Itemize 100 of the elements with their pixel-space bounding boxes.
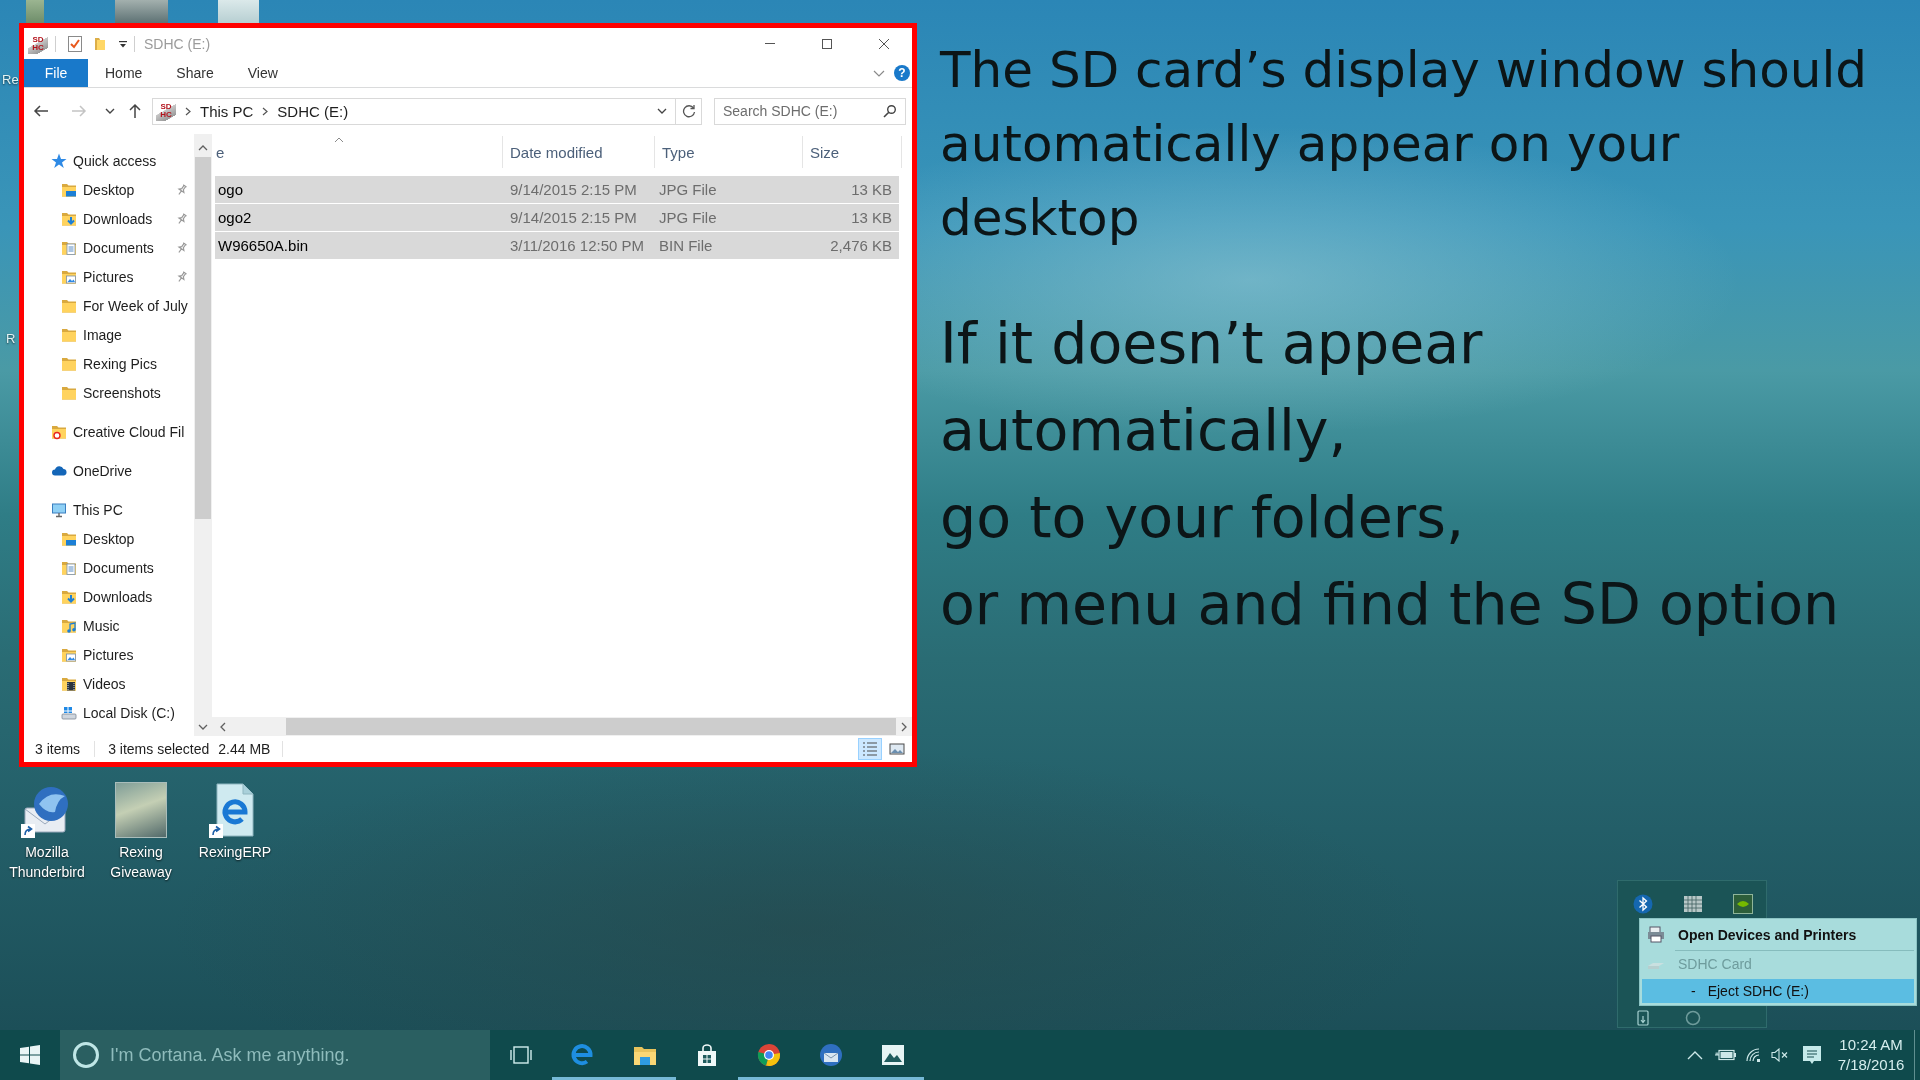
browser-icon [757,1043,781,1067]
chevron-down-icon[interactable] [657,108,667,114]
table-cell-text: JPG File [658,209,718,226]
nav-item[interactable]: Desktop [24,524,194,553]
windows-logo-icon [20,1045,40,1065]
address-bar[interactable]: SD HC This PC SDHC (E:) [152,97,676,125]
file-row[interactable]: ogo 9/14/2015 2:15 PM JPG File 13 KB [215,176,899,203]
table-cell-text: 3/11/2016 12:50 PM [509,237,645,254]
removable-drive-icon[interactable] [1634,1008,1652,1028]
refresh-button[interactable] [676,97,702,125]
desktop-shortcut[interactable]: RexingERP [190,782,280,882]
close-icon [878,38,889,49]
column-header[interactable]: Size [803,136,902,168]
nav-item[interactable]: Local Disk (C:) [24,698,194,727]
clock-button[interactable]: 10:24 AM 7/18/2016 [1830,1035,1912,1075]
nav-item[interactable]: Desktop [24,175,194,204]
menu-item[interactable]: Open Devices and Printers [1642,919,1914,950]
table-cell-text: 13 KB [850,181,893,198]
drive-icon [61,704,77,721]
nav-item[interactable]: Documents [24,233,194,262]
table-cell-text: W96650A.bin [217,237,310,254]
chevron-up-icon[interactable] [1687,1050,1703,1060]
nav-item[interactable]: Quick access [24,146,194,175]
search-field[interactable]: Search SDHC (E:) [714,97,906,125]
folder-icon [61,384,77,401]
table-cell-text: 2,476 KB [829,237,893,254]
nav-item[interactable]: Creative Cloud Fil [24,417,194,446]
notification-icon[interactable] [1802,1045,1822,1065]
window-title: SDHC (E:) [144,35,211,52]
grid-icon[interactable] [1683,894,1703,914]
status-text: 3 items selected [108,741,210,757]
column-header[interactable]: e [212,136,503,168]
bluetooth-icon[interactable] [1633,894,1653,914]
checklist-icon[interactable] [68,35,82,52]
minimize-icon [764,43,775,44]
photo-placeholder [115,782,167,838]
chevron-right-icon [262,106,269,116]
nav-item[interactable]: Screenshots [24,378,194,407]
nav-item[interactable]: Videos [24,669,194,698]
folder-icon [61,326,77,343]
music-folder-icon [61,617,77,634]
muted-speaker-icon[interactable] [1771,1048,1789,1062]
caret-icon[interactable] [119,39,127,48]
nav-item[interactable]: OneDrive [24,456,194,485]
eye-logo-icon[interactable] [1733,894,1753,914]
menu-item[interactable]: - Eject SDHC (E:) [1642,979,1914,1003]
nav-item[interactable]: Downloads [24,204,194,233]
breadcrumb[interactable]: This PC [200,102,254,120]
nav-item[interactable]: Pictures [24,640,194,669]
help-button[interactable]: ? [894,65,910,81]
icon-label: R [6,331,16,347]
list-icon [862,741,878,757]
file-row[interactable]: ogo2 9/14/2015 2:15 PM JPG File 13 KB [215,204,899,231]
annotation-text: go to your folders, [940,483,1466,552]
nav-item[interactable]: Pictures [24,262,194,291]
nav-item[interactable]: This PC [24,495,194,524]
breadcrumb[interactable]: SDHC (E:) [277,102,349,120]
nav-item[interactable]: Image [24,320,194,349]
scrollbar-thumb[interactable] [195,157,211,519]
desktop-shortcut[interactable]: Rexing Giveaway [96,782,186,882]
icon-label: Re [2,72,19,88]
nav-item[interactable]: Downloads [24,582,194,611]
column-header[interactable]: Type [655,136,803,168]
computer-icon [51,501,67,518]
status-text: 3 items [35,741,81,757]
up-arrow-icon [128,103,142,119]
table-cell-text: 9/14/2015 2:15 PM [509,181,638,198]
nav-item[interactable]: Documents [24,553,194,582]
ribbon-tab[interactable]: Home [88,59,160,87]
printer-icon [1647,926,1665,943]
scrollbar-thumb[interactable] [286,718,896,735]
left-arrow-icon [33,104,49,118]
status-text: 2.44 MB [218,741,271,757]
search-field[interactable]: I'm Cortana. Ask me anything. [60,1030,490,1080]
folder-icon [61,297,77,314]
file-menu-button[interactable]: File [24,59,88,87]
search-icon[interactable] [883,104,896,118]
video-folder-icon [61,675,77,692]
folder-icon [61,355,77,372]
ring-icon[interactable] [1685,1010,1701,1026]
ribbon-tab[interactable]: Share [159,59,231,87]
chevron-right-icon [185,106,191,116]
maximize-icon [821,38,832,49]
annotation-text: or menu and find the SD option [940,570,1841,639]
mail-icon [819,1043,843,1067]
table-cell-text: 13 KB [850,209,893,226]
annotation-text: The SD card’s display window should automatically appear on your desktop [940,40,1869,249]
document-folder-icon [61,239,77,256]
desktop-shortcut[interactable]: Mozilla Thunderbird [2,782,92,882]
nav-item[interactable]: Rexing Pics [24,349,194,378]
wifi-icon[interactable] [1745,1047,1761,1063]
column-header[interactable]: Date modified [503,136,655,168]
download-folder-icon [61,210,77,227]
file-row[interactable]: W96650A.bin 3/11/2016 12:50 PM BIN File 2,476 KB [215,232,899,259]
download-folder-icon [61,588,77,605]
nav-item[interactable]: For Week of July [24,291,194,320]
battery-icon[interactable] [1715,1049,1737,1061]
nav-item[interactable]: Music [24,611,194,640]
ribbon-tab[interactable]: View [230,59,295,87]
table-cell-text: JPG File [658,181,718,198]
